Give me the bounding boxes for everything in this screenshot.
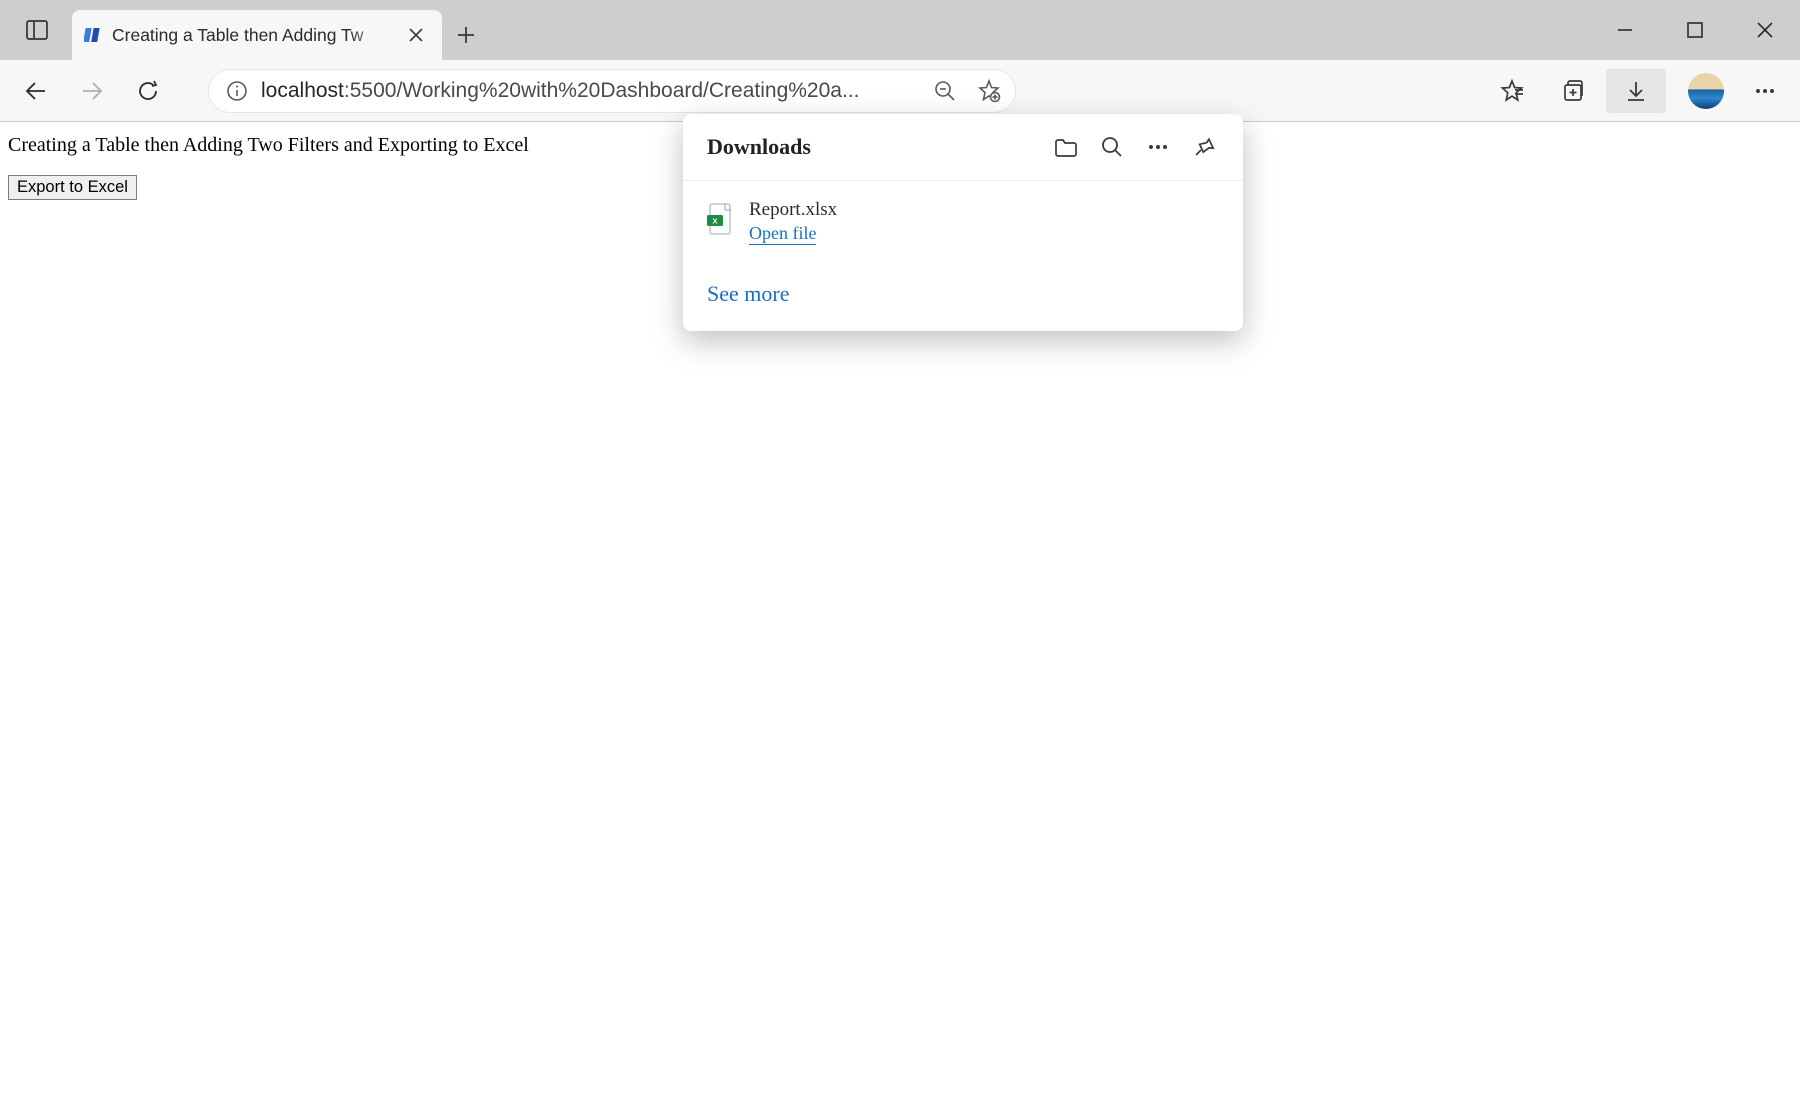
titlebar: Creating a Table then Adding Tw [0,0,1800,60]
downloads-popup: Downloads X Report.xlsx Open file See mo… [683,114,1243,331]
refresh-button[interactable] [122,69,174,113]
download-item[interactable]: X Report.xlsx Open file [707,193,1219,255]
tab-favicon [84,26,102,44]
tab-title: Creating a Table then Adding Tw [112,25,392,46]
svg-text:X: X [712,217,717,226]
address-bar[interactable]: localhost:5500/Working%20with%20Dashboar… [208,69,1016,113]
tab-close-button[interactable] [402,21,430,49]
tab-actions-button[interactable] [0,0,74,60]
new-tab-button[interactable] [442,10,490,60]
download-open-file-link[interactable]: Open file [749,223,816,245]
add-to-favorites-icon[interactable] [969,71,1009,111]
close-window-button[interactable] [1730,0,1800,60]
downloads-pin-button[interactable] [1185,128,1223,166]
excel-file-icon: X [707,203,733,235]
toolbar: localhost:5500/Working%20with%20Dashboar… [0,60,1800,122]
favorites-button[interactable] [1482,69,1542,113]
collections-button[interactable] [1544,69,1604,113]
minimize-button[interactable] [1590,0,1660,60]
site-info-icon[interactable] [223,77,251,105]
export-to-excel-button[interactable]: Export to Excel [8,175,137,200]
profile-avatar[interactable] [1688,73,1724,109]
downloads-more-button[interactable] [1139,128,1177,166]
downloads-title: Downloads [707,134,1039,160]
downloads-see-more-link[interactable]: See more [683,263,1243,331]
maximize-button[interactable] [1660,0,1730,60]
browser-tab[interactable]: Creating a Table then Adding Tw [72,10,442,60]
back-button[interactable] [10,69,62,113]
address-text: localhost:5500/Working%20with%20Dashboar… [261,79,915,103]
downloads-search-button[interactable] [1093,128,1131,166]
downloads-header: Downloads [683,114,1243,181]
downloads-folder-button[interactable] [1047,128,1085,166]
zoom-out-icon[interactable] [925,71,965,111]
settings-more-button[interactable] [1740,69,1790,113]
download-file-name: Report.xlsx [749,199,837,221]
window-controls [1590,0,1800,60]
downloads-button[interactable] [1606,69,1666,113]
forward-button[interactable] [66,69,118,113]
